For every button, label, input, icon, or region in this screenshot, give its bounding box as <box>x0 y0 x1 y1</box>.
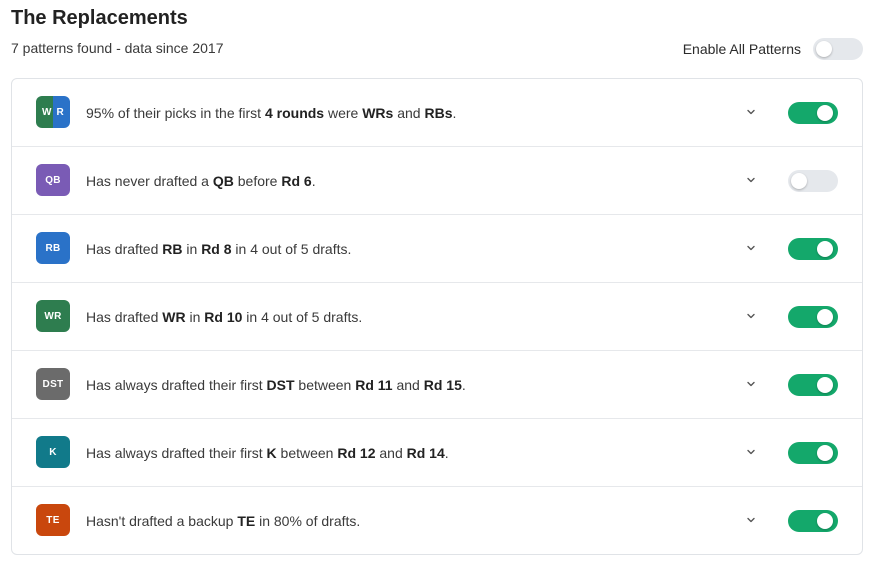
emphasis-text: K <box>266 445 277 461</box>
pattern-toggle[interactable] <box>788 374 838 396</box>
emphasis-text: Rd 10 <box>204 309 243 325</box>
pattern-description: 95% of their picks in the first 4 rounds… <box>86 103 456 123</box>
pattern-row-k[interactable]: K Has always drafted their first K betwe… <box>12 419 862 487</box>
emphasis-text: RB <box>162 241 183 257</box>
position-badge-rb: RB <box>36 232 70 264</box>
toggle-knob <box>791 173 807 189</box>
badge-right-label: R <box>56 106 64 118</box>
description-text: Has never drafted a <box>86 173 213 189</box>
pattern-toggle[interactable] <box>788 102 838 124</box>
toggle-knob <box>817 377 833 393</box>
enable-all-label: Enable All Patterns <box>682 41 801 57</box>
emphasis-text: QB <box>212 173 234 189</box>
emphasis-text: Rd 14 <box>406 445 445 461</box>
description-text: Hasn't drafted a backup <box>86 513 238 529</box>
emphasis-text: WRs <box>362 105 394 121</box>
badge-left-label: W <box>42 106 52 118</box>
emphasis-text: Rd 12 <box>337 445 376 461</box>
emphasis-text: TE <box>237 513 256 529</box>
description-text: in 80% of drafts. <box>255 513 361 529</box>
description-text: . <box>452 105 457 121</box>
emphasis-text: WR <box>162 309 186 325</box>
description-text: Has drafted <box>86 309 163 325</box>
chevron-down-icon[interactable] <box>744 377 758 391</box>
description-text: . <box>444 445 449 461</box>
toggle-knob <box>817 241 833 257</box>
description-text: between <box>276 445 338 461</box>
toggle-knob <box>817 309 833 325</box>
description-text: were <box>324 105 363 121</box>
description-text: Has always drafted their first <box>86 377 267 393</box>
pattern-row-rb[interactable]: RB Has drafted RB in Rd 8 in 4 out of 5 … <box>12 215 862 283</box>
description-text: Has always drafted their first <box>86 445 267 461</box>
enable-all-toggle[interactable] <box>813 38 863 60</box>
emphasis-text: RBs <box>424 105 453 121</box>
description-text: before <box>233 173 282 189</box>
emphasis-text: DST <box>266 377 295 393</box>
pattern-description: Hasn't drafted a backup TE in 80% of dra… <box>86 511 360 531</box>
position-badge-te: TE <box>36 504 70 536</box>
description-text: in <box>185 309 205 325</box>
pattern-description: Has drafted RB in Rd 8 in 4 out of 5 dra… <box>86 239 351 259</box>
description-text: . <box>311 173 316 189</box>
toggle-knob <box>817 105 833 121</box>
pattern-toggle[interactable] <box>788 442 838 464</box>
chevron-down-icon[interactable] <box>744 513 758 527</box>
toggle-knob <box>816 41 832 57</box>
description-text: in <box>182 241 202 257</box>
description-text: and <box>392 377 424 393</box>
description-text: in 4 out of 5 drafts. <box>242 309 363 325</box>
chevron-down-icon[interactable] <box>744 105 758 119</box>
description-text: and <box>375 445 407 461</box>
emphasis-text: Rd 15 <box>423 377 462 393</box>
pattern-description: Has always drafted their first K between… <box>86 443 449 463</box>
description-text: Has drafted <box>86 241 163 257</box>
position-badge-wr: WR <box>36 300 70 332</box>
pattern-row-qb[interactable]: QB Has never drafted a QB before Rd 6. <box>12 147 862 215</box>
toggle-knob <box>817 445 833 461</box>
description-text: between <box>294 377 356 393</box>
pattern-description: Has never drafted a QB before Rd 6. <box>86 171 316 191</box>
pattern-toggle[interactable] <box>788 170 838 192</box>
toggle-knob <box>817 513 833 529</box>
chevron-down-icon[interactable] <box>744 241 758 255</box>
description-text: in 4 out of 5 drafts. <box>231 241 352 257</box>
pattern-row-wr[interactable]: WR Has drafted WR in Rd 10 in 4 out of 5… <box>12 283 862 351</box>
position-badge-dst: DST <box>36 368 70 400</box>
chevron-down-icon[interactable] <box>744 445 758 459</box>
page-header: The Replacements 7 patterns found - data… <box>11 6 863 76</box>
enable-all-control: Enable All Patterns <box>683 38 863 60</box>
chevron-down-icon[interactable] <box>744 309 758 323</box>
pattern-row-dst[interactable]: DST Has always drafted their first DST b… <box>12 351 862 419</box>
emphasis-text: Rd 8 <box>201 241 232 257</box>
pattern-toggle[interactable] <box>788 238 838 260</box>
emphasis-text: 4 rounds <box>264 105 325 121</box>
position-badge-k: K <box>36 436 70 468</box>
emphasis-text: Rd 6 <box>281 173 312 189</box>
description-text: and <box>393 105 425 121</box>
pattern-row-wr-rb[interactable]: W R 95% of their picks in the first 4 ro… <box>12 79 862 147</box>
pattern-row-te[interactable]: TE Hasn't drafted a backup TE in 80% of … <box>12 487 862 554</box>
position-badge-qb: QB <box>36 164 70 196</box>
page-title: The Replacements <box>11 7 188 29</box>
patterns-summary: 7 patterns found - data since 2017 <box>11 40 224 56</box>
description-text: 95% of their picks in the first <box>86 105 265 121</box>
pattern-toggle[interactable] <box>788 510 838 532</box>
pattern-description: Has always drafted their first DST betwe… <box>86 375 466 395</box>
patterns-list: W R 95% of their picks in the first 4 ro… <box>11 78 863 555</box>
position-badge-wr-rb: W R <box>36 96 70 128</box>
pattern-description: Has drafted WR in Rd 10 in 4 out of 5 dr… <box>86 307 362 327</box>
chevron-down-icon[interactable] <box>744 173 758 187</box>
pattern-toggle[interactable] <box>788 306 838 328</box>
emphasis-text: Rd 11 <box>355 377 393 393</box>
description-text: . <box>461 377 466 393</box>
